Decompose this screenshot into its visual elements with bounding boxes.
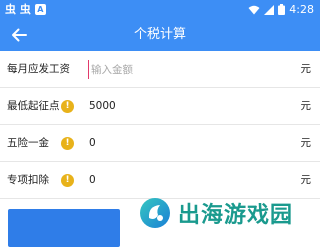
info-icon[interactable]: !	[61, 100, 74, 113]
salary-input[interactable]	[88, 60, 268, 79]
deduction-unit: 元	[300, 174, 312, 186]
status-time: 4:28	[289, 3, 314, 16]
app-notification-icons: 虫 虫	[5, 3, 31, 16]
salary-unit: 元	[300, 63, 312, 75]
wifi-icon	[248, 5, 260, 14]
status-left: 虫 虫 A	[5, 2, 46, 17]
signal-icon	[264, 4, 275, 15]
info-icon[interactable]: !	[61, 174, 74, 187]
watermark-logo-icon	[140, 198, 170, 228]
threshold-row: 最低起征点 ! 5000 元	[0, 88, 320, 125]
calculate-button[interactable]	[8, 209, 120, 247]
deduction-row: 专项扣除 ! 0 元	[0, 162, 320, 199]
status-right: 4:28	[248, 2, 314, 17]
status-bar: 虫 虫 A 4:28	[0, 0, 320, 19]
app-bar: 个税计算	[0, 19, 320, 51]
insurance-row: 五险一金 ! 0 元	[0, 125, 320, 162]
notification-badge-icon: A	[34, 4, 46, 15]
salary-row: 每月应发工资 元	[0, 51, 320, 88]
threshold-unit: 元	[300, 100, 312, 112]
watermark-text: 出海游戏园	[178, 203, 294, 228]
tax-form: 每月应发工资 元 最低起征点 ! 5000 元 五险一金 ! 0 元 专项扣除 …	[0, 51, 320, 199]
insurance-value[interactable]: 0	[89, 125, 96, 162]
deduction-value[interactable]: 0	[89, 162, 96, 199]
insurance-label: 五险一金	[7, 137, 49, 149]
threshold-label: 最低起征点	[7, 100, 60, 112]
insurance-unit: 元	[300, 137, 312, 149]
page-title: 个税计算	[133, 27, 186, 42]
salary-label: 每月应发工资	[7, 63, 70, 75]
battery-icon	[278, 4, 286, 15]
info-icon[interactable]: !	[61, 137, 74, 150]
deduction-label: 专项扣除	[7, 174, 49, 186]
threshold-value[interactable]: 5000	[89, 88, 116, 125]
watermark: 出海游戏园	[138, 196, 293, 230]
